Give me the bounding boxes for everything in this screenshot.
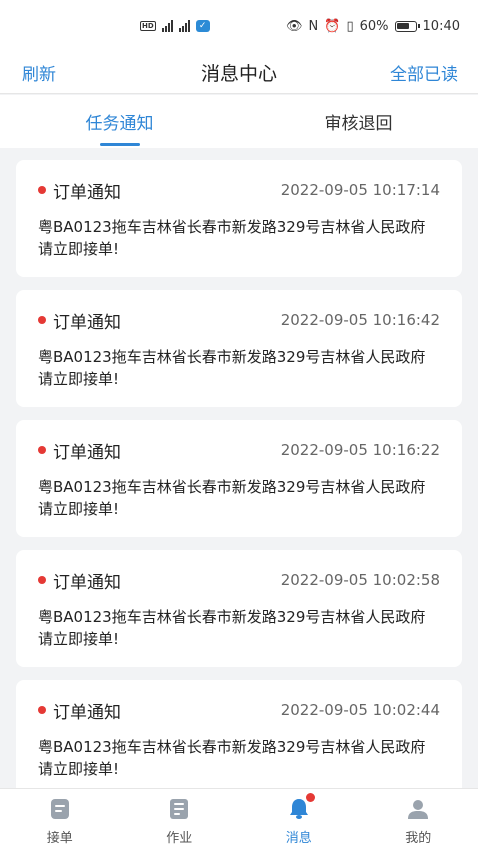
tabbar-label: 作业 [166, 831, 193, 846]
tabbar-label: 接单 [46, 831, 73, 846]
unread-dot [38, 446, 46, 454]
notification-card[interactable]: 订单通知 2022-09-05 10:02:44 粤BA0123拖车吉林省长春市… [16, 680, 462, 788]
hd-sim-icon: HD [140, 21, 156, 31]
nav-bar: 刷新 消息中心 全部已读 [0, 52, 478, 94]
notification-card[interactable]: 订单通知 2022-09-05 10:17:14 粤BA0123拖车吉林省长春市… [16, 160, 462, 277]
notification-title: 订单通知 [53, 702, 121, 723]
notification-list: 订单通知 2022-09-05 10:17:14 粤BA0123拖车吉林省长春市… [0, 148, 478, 788]
tabs: 任务通知 审核退回 [0, 95, 478, 148]
tabbar-label: 我的 [405, 831, 432, 846]
bell-icon [287, 793, 315, 821]
bottom-tab-bar: 接单 作业 消息 我的 [0, 788, 478, 850]
signal-2-icon [178, 20, 190, 32]
order-icon [48, 797, 72, 821]
tabbar-item-work[interactable]: 作业 [120, 789, 240, 850]
tabbar-item-message[interactable]: 消息 [239, 789, 359, 850]
notification-title: 订单通知 [53, 312, 121, 333]
unread-dot [38, 706, 46, 714]
notification-title: 订单通知 [53, 572, 121, 593]
page-title: 消息中心 [200, 63, 277, 85]
unread-badge [305, 793, 315, 802]
notification-time: 2022-09-05 10:16:42 [280, 311, 440, 329]
unread-dot [38, 186, 46, 194]
tab-review-returned[interactable]: 审核退回 [239, 95, 478, 148]
tab-task-notice[interactable]: 任务通知 [0, 95, 239, 148]
tabbar-item-order[interactable]: 接单 [0, 789, 120, 850]
notification-time: 2022-09-05 10:02:58 [280, 571, 440, 589]
notification-time: 2022-09-05 10:02:44 [280, 701, 440, 719]
notification-time: 2022-09-05 10:17:14 [280, 181, 440, 199]
unread-dot [38, 316, 46, 324]
clock: 10:40 [422, 18, 460, 34]
vibrate-icon: ▯ [346, 18, 354, 34]
status-bar: HD ✓ 👁 N ⏰ ▯ 60% 10:40 [0, 0, 478, 52]
tabbar-item-me[interactable]: 我的 [359, 789, 478, 850]
notification-body: 粤BA0123拖车吉林省长春市新发路329号吉林省人民政府 请立即接单! [38, 738, 426, 778]
notification-body: 粤BA0123拖车吉林省长春市新发路329号吉林省人民政府 请立即接单! [38, 608, 426, 648]
notification-body: 粤BA0123拖车吉林省长春市新发路329号吉林省人民政府 请立即接单! [38, 218, 426, 258]
notification-body: 粤BA0123拖车吉林省长春市新发路329号吉林省人民政府 请立即接单! [38, 348, 426, 388]
unread-dot [38, 576, 46, 584]
notification-title: 订单通知 [53, 182, 121, 203]
notification-title: 订单通知 [53, 442, 121, 463]
notification-card[interactable]: 订单通知 2022-09-05 10:02:58 粤BA0123拖车吉林省长春市… [16, 550, 462, 667]
battery-icon [394, 20, 420, 32]
notification-card[interactable]: 订单通知 2022-09-05 10:16:42 粤BA0123拖车吉林省长春市… [16, 290, 462, 407]
notification-time: 2022-09-05 10:16:22 [280, 441, 440, 459]
app-notify-icon: ✓ [195, 20, 210, 32]
eye-icon: 👁 [286, 18, 303, 34]
notification-body: 粤BA0123拖车吉林省长春市新发路329号吉林省人民政府 请立即接单! [38, 478, 426, 518]
user-icon [406, 797, 430, 821]
tabbar-label: 消息 [285, 831, 312, 846]
nfc-icon: N [308, 18, 319, 34]
refresh-button[interactable]: 刷新 [22, 60, 56, 85]
alarm-icon: ⏰ [324, 18, 341, 34]
notification-card[interactable]: 订单通知 2022-09-05 10:16:22 粤BA0123拖车吉林省长春市… [16, 420, 462, 537]
work-icon [167, 797, 191, 821]
battery-percent: 60% [359, 18, 389, 34]
signal-icon [161, 20, 173, 32]
mark-all-read-button[interactable]: 全部已读 [390, 60, 458, 85]
